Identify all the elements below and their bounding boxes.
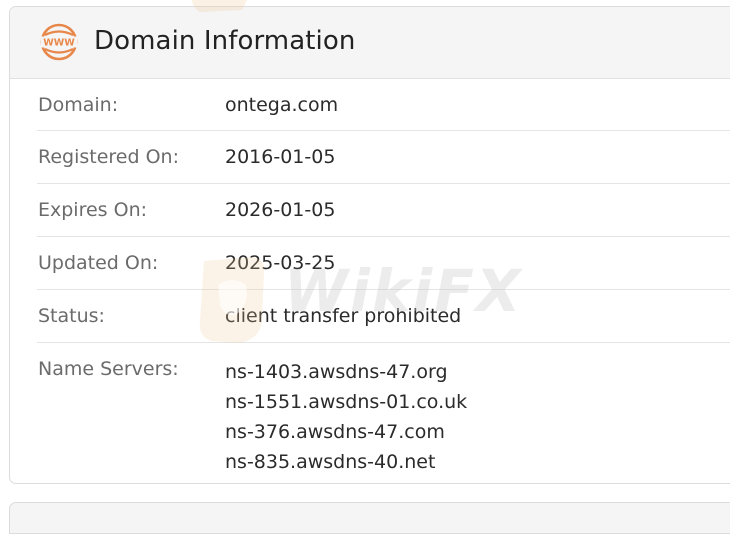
domain-label: Domain: bbox=[38, 94, 119, 116]
card-title: Domain Information bbox=[94, 26, 356, 56]
row-domain: Domain: ontega.com bbox=[37, 79, 730, 131]
domain-value: ontega.com bbox=[225, 94, 339, 116]
registered-on-label: Registered On: bbox=[38, 146, 179, 168]
name-servers-list: ns-1403.awsdns-47.org ns-1551.awsdns-01.… bbox=[225, 357, 467, 477]
name-server-item: ns-1551.awsdns-01.co.uk bbox=[225, 391, 468, 413]
status-value: client transfer prohibited bbox=[225, 305, 462, 327]
status-label: Status: bbox=[38, 305, 105, 327]
name-server-item: ns-376.awsdns-47.com bbox=[225, 421, 445, 443]
www-icon-text: WWW bbox=[43, 38, 75, 49]
name-servers-label: Name Servers: bbox=[38, 358, 179, 380]
row-registered-on: Registered On: 2016-01-05 bbox=[37, 131, 730, 184]
registered-on-value: 2016-01-05 bbox=[225, 146, 336, 168]
expires-on-label: Expires On: bbox=[38, 199, 148, 221]
domain-information-card: WWW Domain Information Domain: ontega.co… bbox=[9, 6, 730, 484]
row-updated-on: Updated On: 2025-03-25 bbox=[37, 237, 730, 290]
name-server-item: ns-1403.awsdns-47.org bbox=[225, 361, 448, 383]
next-card-header bbox=[9, 502, 730, 534]
updated-on-value: 2025-03-25 bbox=[225, 252, 336, 274]
card-header: WWW Domain Information bbox=[10, 7, 730, 79]
name-server-item: ns-835.awsdns-40.net bbox=[225, 451, 436, 473]
row-expires-on: Expires On: 2026-01-05 bbox=[37, 184, 730, 237]
expires-on-value: 2026-01-05 bbox=[225, 199, 336, 221]
row-status: Status: client transfer prohibited bbox=[37, 290, 730, 343]
www-globe-icon: WWW bbox=[40, 23, 78, 61]
updated-on-label: Updated On: bbox=[38, 252, 159, 274]
domain-info-rows: Domain: ontega.com Registered On: 2016-0… bbox=[37, 79, 730, 483]
row-name-servers: Name Servers: ns-1403.awsdns-47.org ns-1… bbox=[37, 343, 730, 483]
